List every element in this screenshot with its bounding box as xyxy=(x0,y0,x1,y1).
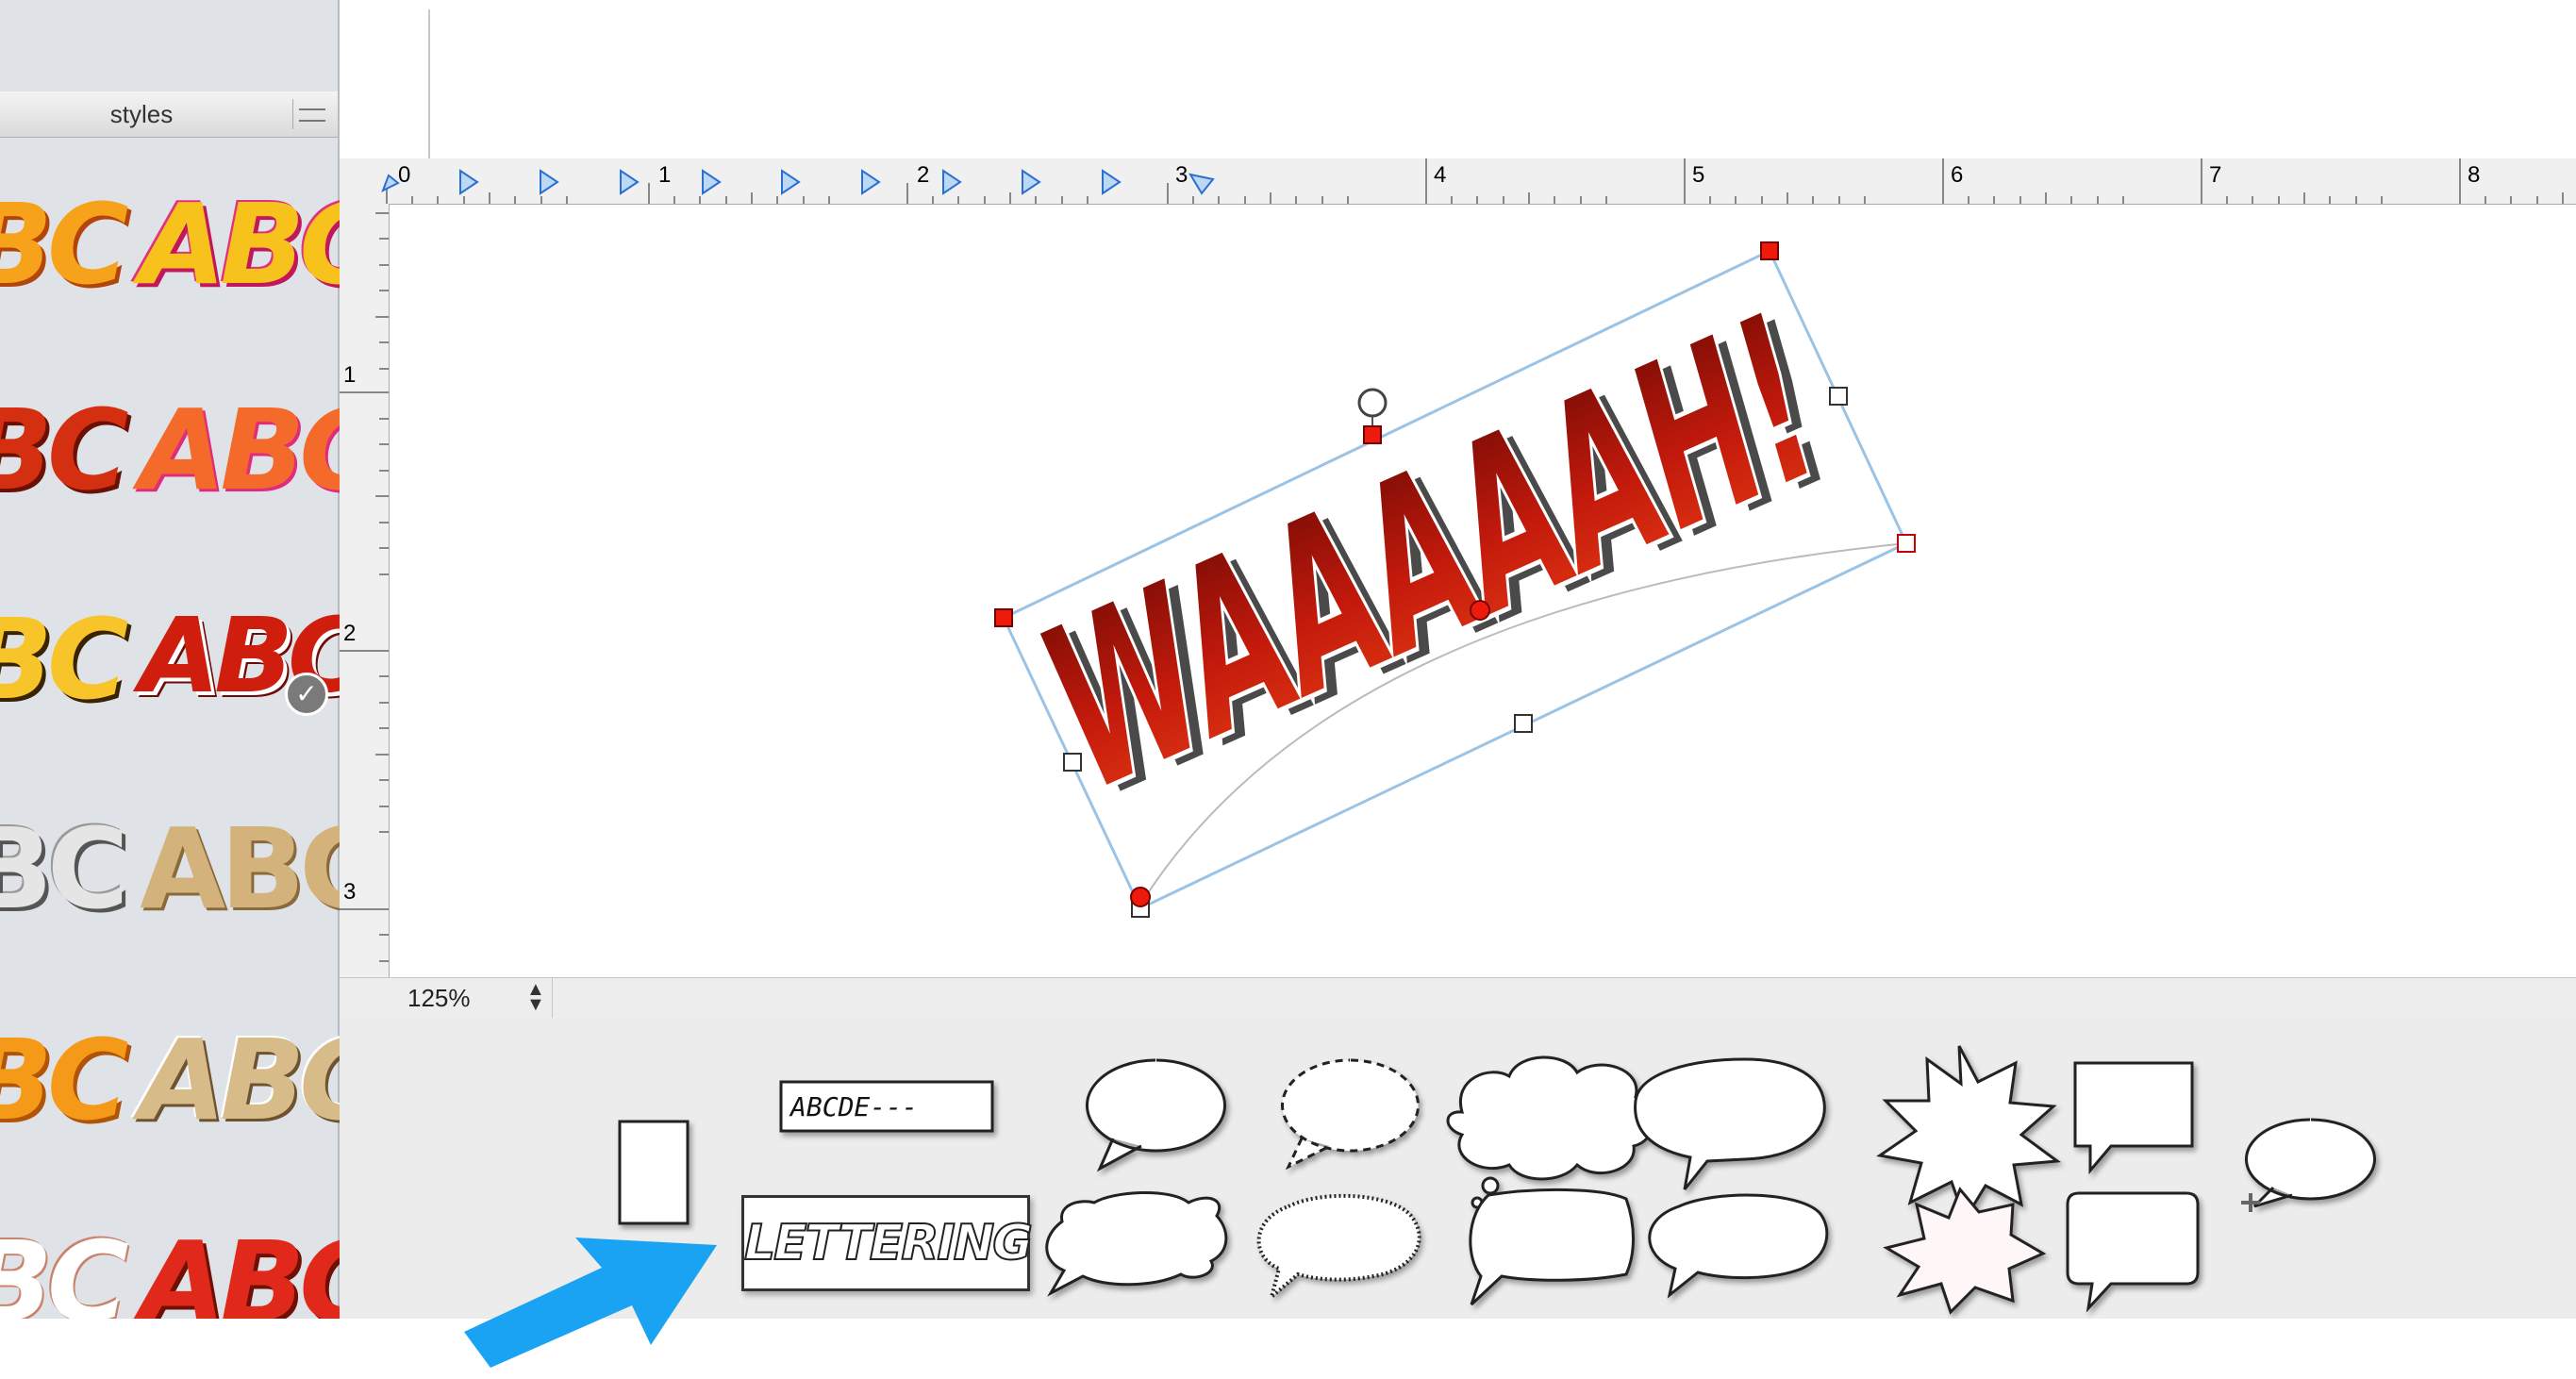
checkmark-badge-icon: ✓ xyxy=(285,673,328,716)
ruler-ticks xyxy=(340,212,389,962)
document-toolbar xyxy=(340,0,2576,158)
ruler-label: 2 xyxy=(343,621,357,646)
ruler-label: 5 xyxy=(1692,162,1705,188)
styles-panel: styles BC ABC BC ABC BC ABC ✓ BC ABC BC … xyxy=(0,0,381,1337)
ruler-label: 8 xyxy=(2468,162,2481,188)
speech-balloon[interactable] xyxy=(1086,1058,1226,1172)
ruler-label: 1 xyxy=(343,362,357,388)
ruler-label: 3 xyxy=(1175,162,1188,188)
rounded-rect-balloon[interactable] xyxy=(2066,1191,2200,1313)
ruler-label: 0 xyxy=(398,162,411,188)
style-swatch[interactable]: BC xyxy=(0,604,129,715)
toolbar-divider xyxy=(428,9,430,160)
lettering-text[interactable]: WAAAAAH! xyxy=(1020,257,1843,852)
ruler-label: 6 xyxy=(1951,162,1964,188)
styles-panel-title: styles xyxy=(109,100,174,128)
style-swatch[interactable]: BC xyxy=(0,813,129,924)
style-swatch[interactable]: BC xyxy=(0,1024,129,1136)
status-bar: 125% ▲ ▼ xyxy=(340,977,2576,1019)
ruler-label: 3 xyxy=(343,879,357,905)
styles-panel-header: styles xyxy=(0,91,338,138)
rectangular-balloon[interactable] xyxy=(2073,1061,2194,1175)
burst-balloon[interactable] xyxy=(1876,1045,2062,1223)
bottom-margin xyxy=(0,1319,2576,1379)
plus-icon xyxy=(2241,1193,2260,1212)
corner-handle[interactable] xyxy=(1760,241,1779,260)
thought-bubble-dot xyxy=(1481,1176,1500,1195)
zoom-control[interactable]: 125% ▲ ▼ xyxy=(340,978,553,1018)
pointer-arrow-icon xyxy=(464,1238,717,1368)
lettering-sample[interactable]: LETTERING xyxy=(741,1195,1034,1291)
style-swatch[interactable]: BC xyxy=(0,189,129,300)
corner-handle[interactable] xyxy=(994,608,1013,627)
vertical-ruler[interactable]: 1 2 3 xyxy=(340,204,390,977)
arc-control-handle[interactable] xyxy=(1470,600,1490,621)
add-balloon-tool[interactable] xyxy=(2245,1118,2376,1208)
edge-handle[interactable] xyxy=(1063,753,1082,772)
rounded-balloon[interactable] xyxy=(1045,1190,1228,1297)
square-round-balloon[interactable] xyxy=(1469,1188,1635,1306)
ruler-label: 4 xyxy=(1434,162,1447,188)
ruler-label: 1 xyxy=(658,162,672,188)
style-swatch[interactable]: BC xyxy=(0,394,129,506)
corner-handle[interactable] xyxy=(1897,534,1916,553)
edge-handle[interactable] xyxy=(1514,714,1533,733)
scalloped-balloon[interactable] xyxy=(1256,1193,1421,1303)
whisper-balloon[interactable] xyxy=(1281,1058,1420,1171)
lettering-object[interactable]: WAAAAAH! WAAAAAH! xyxy=(390,205,2576,976)
thought-balloon[interactable] xyxy=(1446,1055,1654,1181)
rotate-handle-icon[interactable] xyxy=(1357,388,1388,418)
zoom-value[interactable]: 125% xyxy=(407,984,471,1013)
hamburger-menu-icon[interactable] xyxy=(292,99,331,129)
horizontal-ruler[interactable]: 0 1 2 3 4 5 6 7 8 xyxy=(340,158,2576,205)
jagged-balloon[interactable] xyxy=(1648,1193,1829,1299)
caption-sample-text: ABCDE--- xyxy=(790,1091,918,1122)
ruler-label: 7 xyxy=(2209,162,2222,188)
edge-handle[interactable] xyxy=(1363,425,1382,444)
ruler-ticks xyxy=(381,158,2564,204)
arc-endpoint-handle[interactable] xyxy=(1130,887,1151,907)
ruler-label: 2 xyxy=(917,162,930,188)
explosion-balloon[interactable] xyxy=(1883,1187,2047,1315)
edge-handle[interactable] xyxy=(1829,387,1848,406)
panel-shape[interactable] xyxy=(618,1120,690,1225)
rough-speech-balloon[interactable] xyxy=(1634,1057,1826,1190)
zoom-stepper-icon[interactable]: ▲ ▼ xyxy=(526,980,545,1014)
document-canvas[interactable]: WAAAAAH! WAAAAAH! xyxy=(390,205,2576,976)
